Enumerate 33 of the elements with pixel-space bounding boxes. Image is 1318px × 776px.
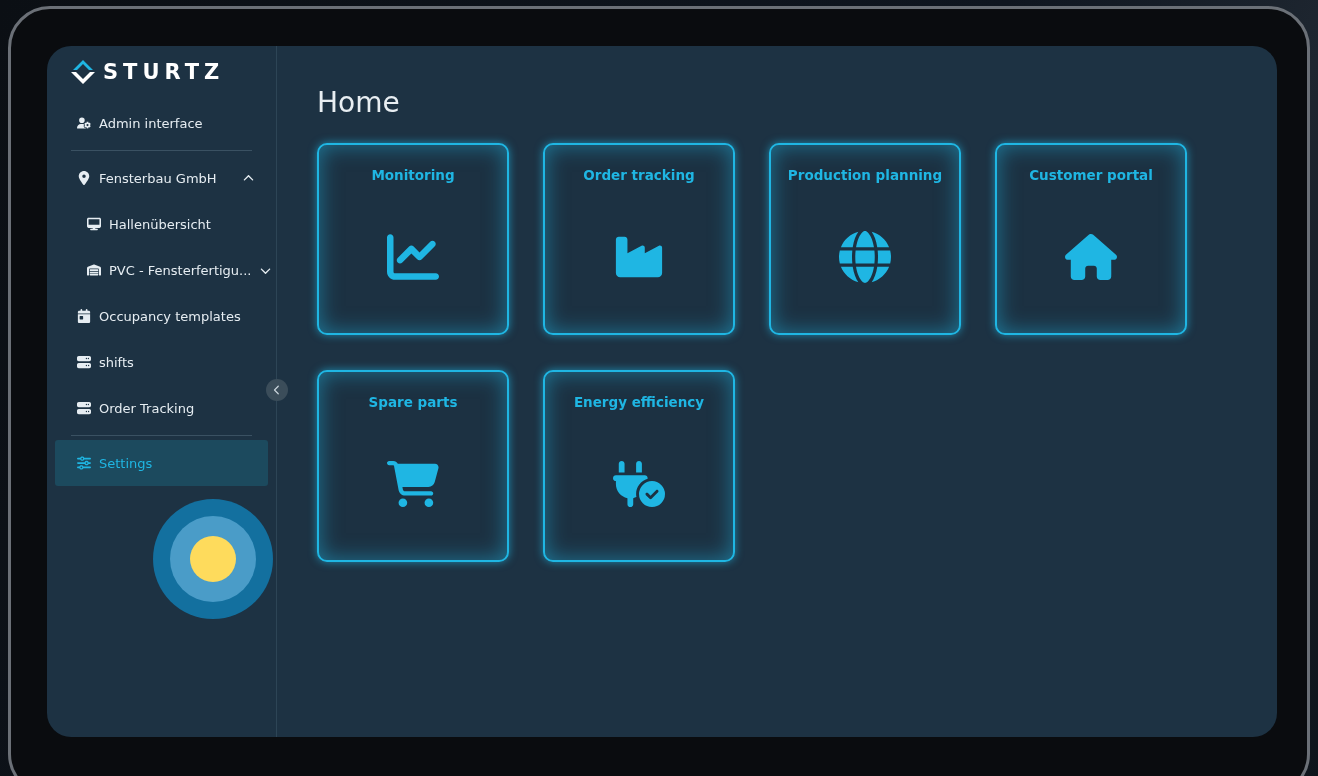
chevron-icon[interactable]: [243, 172, 254, 184]
item-icon: [77, 355, 91, 369]
item-icon: [77, 456, 91, 470]
sidebar-item[interactable]: Order Tracking: [55, 385, 268, 431]
item-icon: [77, 309, 91, 323]
item-icon: [77, 171, 91, 185]
tile-icon: [839, 231, 891, 283]
app-tile[interactable]: Order tracking: [543, 143, 735, 335]
sidebar-item[interactable]: Admin interface: [55, 100, 268, 146]
collapse-button[interactable]: [266, 379, 288, 401]
tile-icon: [613, 458, 665, 510]
app-tile[interactable]: Production planning: [769, 143, 961, 335]
sidebar-item[interactable]: PVC - Fensterfertigu...: [55, 247, 268, 293]
sidebar-item[interactable]: Settings: [55, 440, 268, 486]
app-tile[interactable]: Spare parts: [317, 370, 509, 562]
page-title: Home: [317, 86, 401, 119]
sidebar-item[interactable]: Occupancy templates: [55, 293, 268, 339]
sidebar-item[interactable]: Hallenübersicht: [55, 201, 268, 247]
logo-text: STURTZ: [103, 60, 225, 84]
sidebar-item[interactable]: Fensterbau GmbH: [55, 155, 268, 201]
app-tile[interactable]: Monitoring: [317, 143, 509, 335]
item-icon: [77, 116, 91, 130]
tile-icon: [387, 231, 439, 283]
app-tile[interactable]: Energy efficiency: [543, 370, 735, 562]
item-icon: [77, 401, 91, 415]
logo-icon: [69, 58, 97, 86]
app-tile[interactable]: Customer portal: [995, 143, 1187, 335]
tile-icon: [1065, 231, 1117, 283]
item-icon: [87, 263, 101, 277]
chevron-left-icon: [272, 385, 282, 395]
tile-icon: [387, 458, 439, 510]
sidebar-item[interactable]: shifts: [55, 339, 268, 385]
item-icon: [87, 217, 101, 231]
